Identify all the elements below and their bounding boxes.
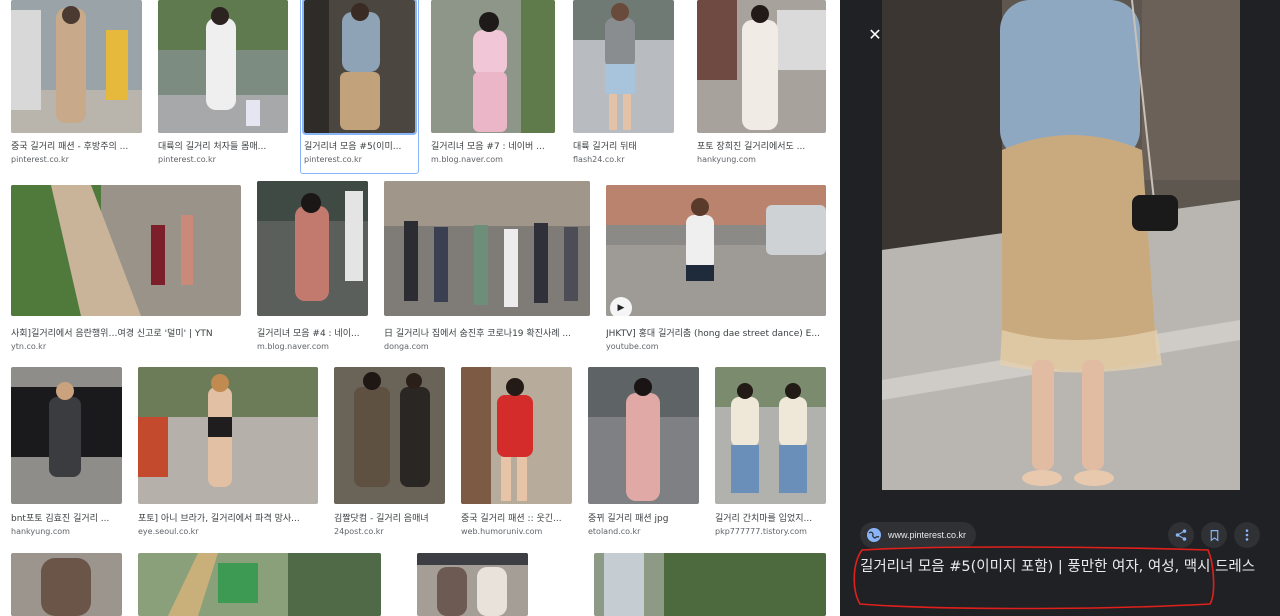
result-thumbnail[interactable] — [573, 0, 674, 133]
close-icon[interactable]: ✕ — [864, 24, 886, 46]
result-source: etoland.co.kr — [588, 527, 641, 536]
result-thumbnail[interactable] — [11, 553, 122, 616]
result-thumbnail[interactable] — [417, 553, 528, 616]
result-tile[interactable] — [417, 553, 528, 616]
result-thumbnail[interactable] — [302, 0, 417, 135]
result-thumbnail[interactable] — [138, 367, 318, 504]
result-thumbnail[interactable] — [257, 181, 368, 316]
result-tile[interactable]: 대륙 길거리 뒤태 flash24.co.kr — [573, 0, 674, 170]
result-thumbnail[interactable] — [11, 185, 241, 316]
result-source: pinterest.co.kr — [304, 155, 362, 164]
result-thumbnail[interactable] — [11, 367, 122, 504]
result-title[interactable]: 대륙의 길거리 처자들 몸매... — [158, 139, 288, 152]
source-domain: www.pinterest.co.kr — [888, 530, 967, 540]
result-title[interactable]: 중국 길거리 패션 - 후방주의 ... — [11, 139, 142, 152]
image-results-grid: 중국 길거리 패션 - 후방주의 ... pinterest.co.kr 대륙의… — [0, 0, 840, 616]
result-source: m.blog.naver.com — [431, 155, 503, 164]
result-thumbnail[interactable] — [461, 367, 572, 504]
result-tile[interactable]: 중뀌 길거리 패션 jpg etoland.co.kr — [588, 367, 699, 539]
result-tile-selected[interactable]: 길거리녀 모음 #5(이미... pinterest.co.kr — [300, 0, 419, 174]
result-tile[interactable]: ▶ JHKTV] 홍대 길거리춤 (hong dae street dance)… — [606, 185, 826, 353]
preview-panel: ✕ www.pinterest.co.kr 길거리녀 모음 #5(이미지 포함)… — [840, 0, 1280, 616]
result-title[interactable]: 사회]길거리에서 음란행위…여경 신고로 '덜미' | YTN — [11, 326, 241, 339]
globe-icon — [867, 528, 881, 542]
result-tile[interactable] — [138, 553, 381, 616]
result-source: donga.com — [384, 342, 429, 351]
result-source: pkp777777.tistory.com — [715, 527, 807, 536]
result-thumbnail[interactable] — [697, 0, 826, 133]
result-thumbnail[interactable] — [588, 367, 699, 504]
result-tile[interactable]: 길거리 간치마를 입었지... pkp777777.tistory.com — [715, 367, 826, 539]
result-source: web.humoruniv.com — [461, 527, 543, 536]
result-tile[interactable]: 길거리녀 모음 #7 : 네이버 ... m.blog.naver.com — [431, 0, 555, 170]
result-thumbnail[interactable] — [334, 367, 445, 504]
result-source: m.blog.naver.com — [257, 342, 329, 351]
result-source: ytn.co.kr — [11, 342, 47, 351]
result-source: pinterest.co.kr — [11, 155, 69, 164]
result-thumbnail[interactable] — [715, 367, 826, 504]
bookmark-icon[interactable] — [1201, 522, 1227, 548]
result-thumbnail[interactable] — [431, 0, 555, 133]
result-title[interactable]: 대륙 길거리 뒤태 — [573, 139, 674, 152]
result-thumbnail[interactable] — [384, 181, 590, 316]
result-source: 24post.co.kr — [334, 527, 384, 536]
result-tile[interactable]: 사회]길거리에서 음란행위…여경 신고로 '덜미' | YTN ytn.co.k… — [11, 185, 241, 353]
result-tile[interactable]: 대륙의 길거리 처자들 몸매... pinterest.co.kr — [158, 0, 288, 170]
result-title[interactable]: JHKTV] 홍대 길거리춤 (hong dae street dance) E… — [606, 326, 826, 339]
preview-image[interactable] — [882, 0, 1240, 490]
share-icon[interactable] — [1168, 522, 1194, 548]
result-source: youtube.com — [606, 342, 659, 351]
result-tile[interactable] — [594, 553, 826, 616]
result-thumbnail[interactable] — [11, 0, 142, 133]
result-tile[interactable]: 日 길거리나 집에서 숨진후 코로나19 확진사례 ... donga.com — [384, 181, 590, 353]
result-thumbnail[interactable] — [594, 553, 826, 616]
result-title[interactable]: 길거리녀 모음 #7 : 네이버 ... — [431, 139, 555, 152]
result-tile[interactable] — [11, 553, 122, 616]
result-title[interactable]: 日 길거리나 집에서 숨진후 코로나19 확진사례 ... — [384, 326, 590, 339]
result-title[interactable]: 중뀌 길거리 패션 jpg — [588, 511, 699, 524]
result-title[interactable]: 김짤닷컴 - 길거리 음매녀 — [334, 511, 445, 524]
red-annotation-ellipse — [853, 546, 1215, 610]
result-title[interactable]: 길거리녀 모음 #4 : 네이... — [257, 326, 368, 339]
result-source: flash24.co.kr — [573, 155, 625, 164]
result-source: hankyung.com — [11, 527, 70, 536]
result-source: hankyung.com — [697, 155, 756, 164]
result-thumbnail[interactable] — [606, 185, 826, 316]
preview-title[interactable]: 길거리녀 모음 #5(이미지 포함) | 풍만한 여자, 여성, 맥시 드레스 — [860, 556, 1260, 578]
source-chip[interactable]: www.pinterest.co.kr — [860, 522, 977, 548]
result-source: pinterest.co.kr — [158, 155, 216, 164]
result-tile[interactable]: 중국 길거리 패션 :: 웃긴... web.humoruniv.com — [461, 367, 572, 539]
result-source: eye.seoul.co.kr — [138, 527, 199, 536]
result-thumbnail[interactable] — [138, 553, 381, 616]
result-tile[interactable]: 포토] 아니 브라가, 길거리에서 파격 망사... eye.seoul.co.… — [138, 367, 318, 539]
result-title[interactable]: 포토] 아니 브라가, 길거리에서 파격 망사... — [138, 511, 318, 524]
result-thumbnail[interactable] — [158, 0, 288, 133]
result-title[interactable]: bnt포토 김효진 길거리 ... — [11, 511, 122, 524]
result-title[interactable]: 중국 길거리 패션 :: 웃긴... — [461, 511, 572, 524]
result-tile[interactable]: 포토 장희진 길거리에서도 ... hankyung.com — [697, 0, 826, 170]
play-icon[interactable]: ▶ — [610, 297, 632, 319]
result-tile[interactable]: 김짤닷컴 - 길거리 음매녀 24post.co.kr — [334, 367, 445, 539]
result-tile[interactable]: 중국 길거리 패션 - 후방주의 ... pinterest.co.kr — [11, 0, 142, 170]
more-vert-icon[interactable] — [1234, 522, 1260, 548]
result-tile[interactable]: bnt포토 김효진 길거리 ... hankyung.com — [11, 367, 122, 539]
result-title[interactable]: 포토 장희진 길거리에서도 ... — [697, 139, 826, 152]
result-tile[interactable]: 길거리녀 모음 #4 : 네이... m.blog.naver.com — [257, 181, 368, 353]
result-title[interactable]: 길거리 간치마를 입었지... — [715, 511, 826, 524]
result-title[interactable]: 길거리녀 모음 #5(이미... — [304, 139, 415, 152]
